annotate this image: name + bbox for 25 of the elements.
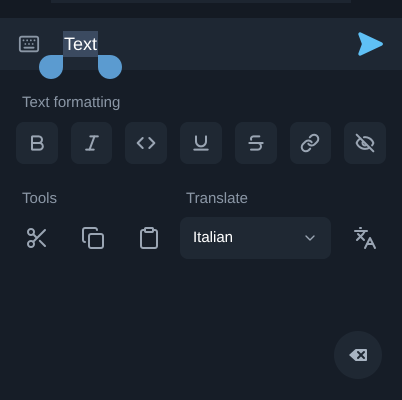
keyboard-icon[interactable] [18,33,40,55]
link-icon [300,132,320,152]
eye-off-icon [355,132,376,152]
message-text[interactable]: Text [63,30,98,56]
format-button[interactable] [234,122,277,164]
translate-icon [353,226,377,250]
language-dropdown[interactable]: Italian [180,217,331,259]
format-button[interactable] [70,122,112,164]
backspace-button[interactable] [334,331,382,379]
underline-icon [191,132,212,152]
strikethrough-icon [246,132,266,152]
send-icon[interactable] [356,30,384,58]
format-button[interactable] [290,122,332,164]
clipboard-icon [137,226,161,250]
selection-handle[interactable] [98,54,122,78]
format-button[interactable] [16,122,58,164]
scissors-icon [25,226,49,250]
copy-icon [81,226,105,250]
section-title: Text formatting [22,93,122,113]
format-button[interactable] [344,122,386,164]
format-button[interactable] [180,122,222,164]
section-title: Tools [22,188,58,208]
section-title: Translate [186,188,249,208]
format-button[interactable] [125,122,168,164]
selection-handle[interactable] [39,54,63,78]
